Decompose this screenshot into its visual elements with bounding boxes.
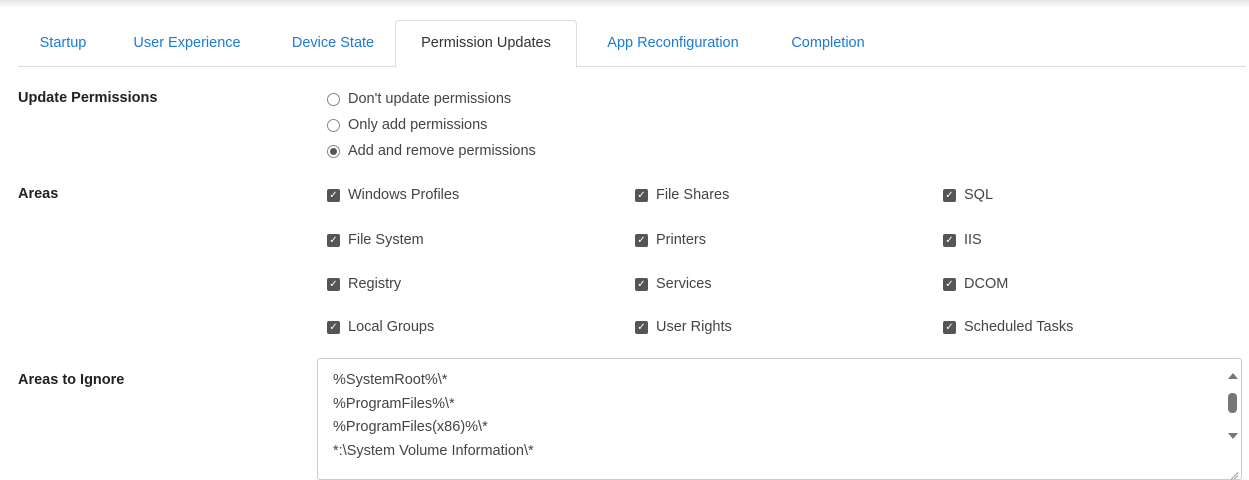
tab-bar: Startup User Experience Device State Per… — [18, 20, 1246, 68]
checkbox-label: Scheduled Tasks — [964, 319, 1074, 335]
checkbox-label: User Rights — [656, 319, 732, 335]
areas-to-ignore-textarea[interactable]: %SystemRoot%\* %ProgramFiles%\* %Program… — [317, 358, 1242, 480]
radio-icon — [327, 92, 340, 106]
ignore-path-line: %SystemRoot%\* — [333, 372, 448, 388]
radio-dont-update[interactable]: Don't update permissions — [327, 89, 511, 109]
tab-device-state[interactable]: Device State — [273, 20, 393, 67]
checkbox-label: Registry — [348, 276, 402, 292]
checkbox-checked-icon: ✓ — [635, 277, 648, 291]
tab-app-reconfiguration[interactable]: App Reconfiguration — [584, 20, 762, 67]
radio-only-add[interactable]: Only add permissions — [327, 115, 487, 135]
tab-completion[interactable]: Completion — [770, 20, 886, 67]
checkbox-services[interactable]: ✓ Services — [635, 274, 712, 294]
checkbox-printers[interactable]: ✓ Printers — [635, 230, 706, 250]
checkbox-sql[interactable]: ✓ SQL — [943, 185, 993, 205]
checkbox-iis[interactable]: ✓ IIS — [943, 230, 982, 250]
checkbox-label: Services — [656, 276, 712, 292]
checkbox-user-rights[interactable]: ✓ User Rights — [635, 317, 732, 337]
checkbox-checked-icon: ✓ — [327, 188, 340, 202]
tab-startup[interactable]: Startup — [18, 20, 108, 67]
tab-permission-updates[interactable]: Permission Updates — [395, 20, 577, 68]
checkbox-checked-icon: ✓ — [943, 277, 956, 291]
ignore-path-line: %ProgramFiles%\* — [333, 395, 455, 412]
checkbox-label: Printers — [656, 232, 706, 248]
areas-label: Areas — [18, 186, 59, 202]
radio-selected-icon — [327, 144, 340, 158]
checkbox-checked-icon: ✓ — [943, 320, 956, 334]
tab-user-experience[interactable]: User Experience — [114, 20, 260, 67]
checkbox-scheduled-tasks[interactable]: ✓ Scheduled Tasks — [943, 317, 1073, 337]
radio-icon — [327, 118, 340, 132]
checkbox-label: Windows Profiles — [348, 187, 460, 203]
radio-label: Don't update permissions — [348, 91, 512, 107]
checkbox-checked-icon: ✓ — [943, 188, 956, 202]
checkbox-file-system[interactable]: ✓ File System — [327, 230, 424, 250]
checkbox-checked-icon: ✓ — [635, 320, 648, 334]
checkbox-checked-icon: ✓ — [327, 320, 340, 334]
areas-to-ignore-label: Areas to Ignore — [18, 372, 125, 388]
top-shadow — [0, 0, 1249, 8]
checkbox-local-groups[interactable]: ✓ Local Groups — [327, 317, 434, 337]
checkbox-registry[interactable]: ✓ Registry — [327, 274, 401, 294]
ignore-path-line: %ProgramFiles(x86)%\* — [333, 419, 488, 435]
checkbox-label: IIS — [964, 232, 982, 248]
checkbox-label: Local Groups — [348, 319, 435, 335]
checkbox-label: SQL — [964, 187, 994, 203]
radio-add-and-remove[interactable]: Add and remove permissions — [327, 141, 536, 161]
textarea-scrollbar[interactable] — [1225, 359, 1241, 463]
checkbox-checked-icon: ✓ — [327, 233, 340, 247]
scrollbar-thumb[interactable] — [1228, 393, 1237, 413]
update-permissions-label: Update Permissions — [18, 90, 158, 106]
radio-label: Only add permissions — [348, 117, 488, 133]
checkbox-dcom[interactable]: ✓ DCOM — [943, 274, 1008, 294]
checkbox-checked-icon: ✓ — [943, 233, 956, 247]
checkbox-checked-icon: ✓ — [327, 277, 340, 291]
checkbox-checked-icon: ✓ — [635, 188, 648, 202]
resize-grip-icon[interactable] — [1226, 464, 1240, 478]
ignore-path-line: *:\System Volume Information\* — [333, 442, 534, 459]
checkbox-label: File System — [348, 232, 424, 248]
checkbox-label: DCOM — [964, 276, 1009, 292]
checkbox-checked-icon: ✓ — [635, 233, 648, 247]
scroll-up-arrow-icon[interactable] — [1228, 373, 1238, 379]
checkbox-label: File Shares — [656, 187, 730, 203]
scroll-down-arrow-icon[interactable] — [1228, 433, 1238, 439]
radio-label: Add and remove permissions — [348, 143, 536, 159]
checkbox-windows-profiles[interactable]: ✓ Windows Profiles — [327, 185, 459, 205]
textarea-content: %SystemRoot%\* %ProgramFiles%\* %Program… — [333, 369, 534, 463]
checkbox-file-shares[interactable]: ✓ File Shares — [635, 185, 729, 205]
